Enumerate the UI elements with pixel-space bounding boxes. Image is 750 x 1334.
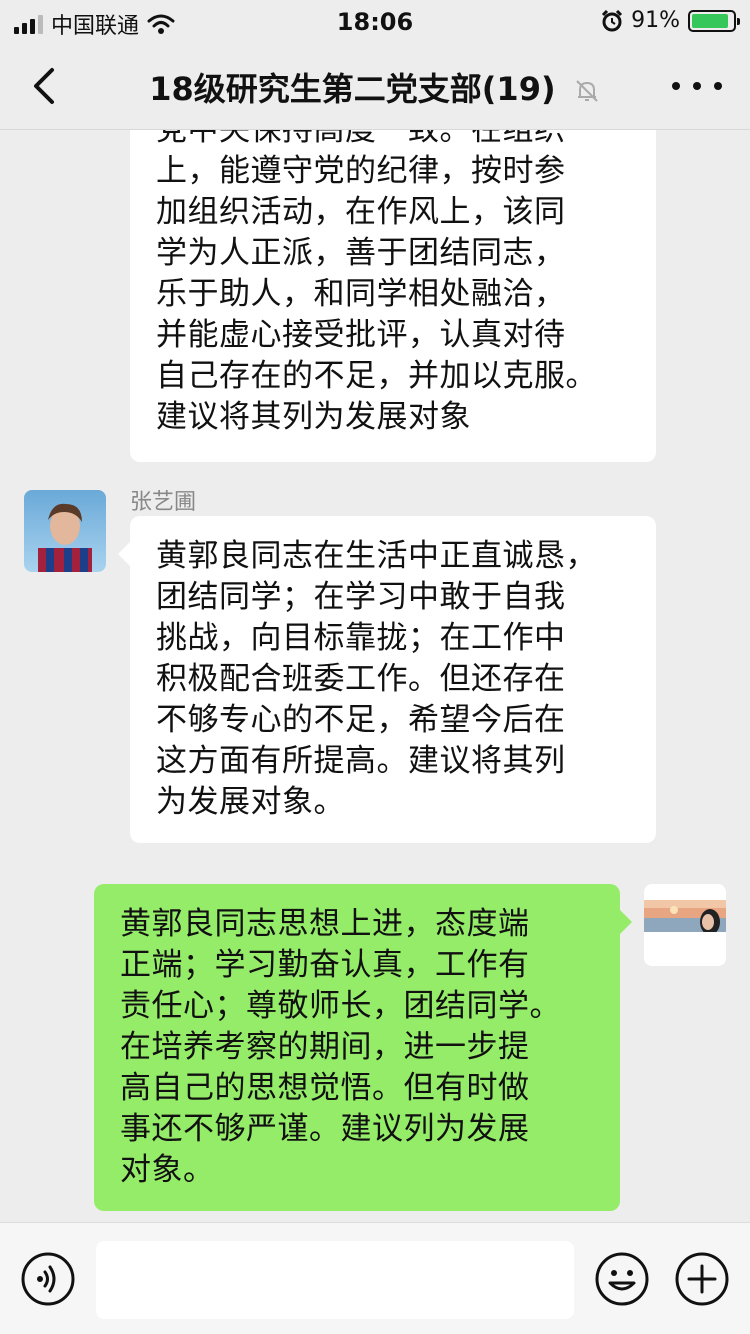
- message-line: 高自己的思想觉悟。但有时做: [120, 1070, 530, 1106]
- avatar-image: [644, 884, 726, 966]
- message-line: 建议将其列为发展对象: [156, 399, 471, 435]
- message-line: 自己存在的不足，并加以克服。: [156, 358, 597, 394]
- message-line: 不够专心的不足，希望今后在: [156, 702, 566, 738]
- status-right: 91%: [601, 8, 740, 33]
- message-line: 在培养考察的期间，进一步提: [120, 1029, 530, 1065]
- self-avatar[interactable]: [644, 884, 726, 966]
- bell-muted-icon: [576, 80, 598, 102]
- message-line: 并能虚心接受批评，认真对待: [156, 317, 566, 353]
- message-line: 乐于助人，和同学相处融洽，: [156, 276, 566, 312]
- message-line: 团结同学；在学习中敢于自我: [156, 579, 566, 615]
- message-line: 挑战，向目标靠拢；在工作中: [156, 620, 566, 656]
- input-bar: [0, 1222, 750, 1334]
- message-line: 上，能遵守党的纪律，按时参: [156, 153, 566, 189]
- back-button[interactable]: [20, 60, 72, 112]
- message-line: 为发展对象。: [156, 784, 345, 820]
- chat-title-text: 18级研究生第二党支部(19): [149, 70, 556, 108]
- sender-name: 张艺圃: [130, 490, 197, 515]
- message-line: 党中央保持高度一致。在组织: [156, 130, 566, 148]
- message-line: 学为人正派，善于团结同志，: [156, 235, 566, 271]
- voice-button[interactable]: [20, 1251, 76, 1307]
- alarm-icon: [602, 9, 623, 31]
- message-line: 正端；学习勤奋认真，工作有: [120, 947, 530, 983]
- message-bubble-left[interactable]: 党中央保持高度一致。在组织 上，能遵守党的纪律，按时参 加组织活动，在作风上，该…: [130, 130, 656, 462]
- message-line: 事还不够严谨。建议列为发展: [120, 1111, 530, 1147]
- message-line: 对象。: [120, 1152, 215, 1188]
- status-bar: 中国联通 18:06 91%: [0, 0, 750, 42]
- message-bubble-right[interactable]: 黄郭良同志思想上进，态度端 正端；学习勤奋认真，工作有 责任心；尊敬师长，团结同…: [94, 884, 632, 1211]
- emoji-button[interactable]: [594, 1251, 650, 1307]
- ellipsis-icon: [672, 82, 680, 90]
- battery-percent: 91%: [631, 8, 680, 33]
- message-line: 这方面有所提高。建议将其列: [156, 743, 566, 779]
- message-bubble-left[interactable]: 黄郭良同志在生活中正直诚恳， 团结同学；在学习中敢于自我 挑战，向目标靠拢；在工…: [118, 516, 656, 843]
- add-button[interactable]: [674, 1251, 730, 1307]
- message-line: 积极配合班委工作。但还存在: [156, 661, 566, 697]
- nav-bar: 18级研究生第二党支部(19): [0, 42, 750, 130]
- message-line: 黄郭良同志在生活中正直诚恳，: [156, 538, 597, 574]
- chat-area[interactable]: 党中央保持高度一致。在组织 上，能遵守党的纪律，按时参 加组织活动，在作风上，该…: [0, 130, 750, 1222]
- message-line: 黄郭良同志思想上进，态度端: [120, 906, 530, 942]
- battery-icon: [688, 9, 740, 32]
- message-input[interactable]: [96, 1241, 574, 1319]
- more-button[interactable]: [672, 68, 722, 104]
- message-line: 责任心；尊敬师长，团结同学。: [120, 988, 561, 1024]
- message-line: 加组织活动，在作风上，该同: [156, 194, 566, 230]
- chat-title[interactable]: 18级研究生第二党支部(19): [90, 64, 660, 110]
- avatar-image: [24, 490, 106, 572]
- avatar[interactable]: [24, 490, 106, 572]
